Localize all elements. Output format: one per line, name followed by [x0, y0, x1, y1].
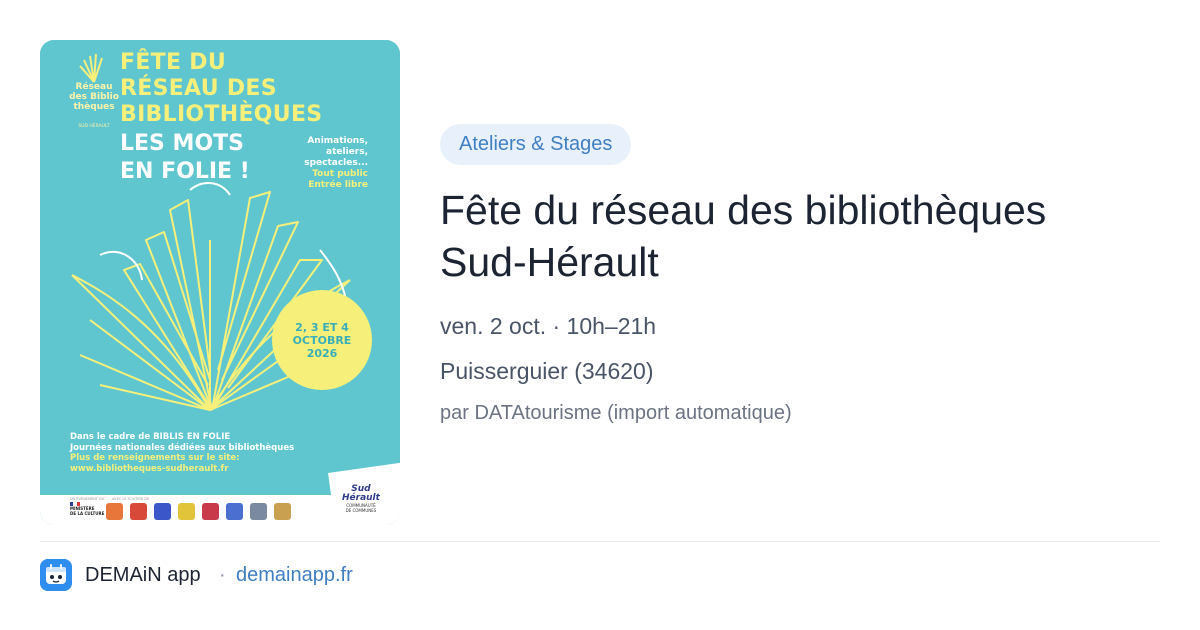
category-badge[interactable]: Ateliers & Stages [440, 124, 632, 165]
library-network-logo-text: Réseau des Biblio thèques [69, 82, 119, 112]
event-title[interactable]: Fête du réseau des bibliothèques Sud-Hér… [440, 184, 1160, 288]
library-fan-logo-icon [79, 53, 103, 83]
app-website-link[interactable]: demainapp.fr [236, 564, 353, 587]
sponsor-logo-icon [178, 503, 195, 520]
poster-footer-text: Dans le cadre de BIBLIS EN FOLIE Journée… [70, 432, 295, 474]
sponsor-logos [106, 503, 291, 520]
poster-title: FÊTE DU RÉSEAU DES BIBLIOTHÈQUES [120, 50, 323, 127]
demain-app-icon[interactable] [40, 559, 72, 591]
event-datetime: ven. 2 oct. · 10h–21h [440, 313, 657, 339]
ministere-culture-logo: MINISTÈRE DE LA CULTURE [70, 506, 105, 516]
sud-herault-logo: Sud Hérault COMMUNAUTÉ DE COMMUNES [342, 484, 380, 514]
poster-date-circle: 2, 3 ET 4 OCTOBRE 2026 [272, 290, 372, 390]
event-poster-image[interactable]: Réseau des Biblio thèques SUD HÉRAULT FÊ… [40, 40, 400, 525]
sponsor-logo-icon [274, 503, 291, 520]
sponsor-logo-icon [250, 503, 267, 520]
event-location: Puisserguier (34620) [440, 358, 654, 384]
app-name[interactable]: DEMAiN app [85, 564, 201, 587]
sponsor-logo-icon [226, 503, 243, 520]
event-source: par DATAtourisme (import automatique) [440, 402, 792, 424]
sponsor-label-left: UN ÉVÈNEMENT DU [70, 497, 105, 501]
sponsor-logo-icon [106, 503, 123, 520]
footer-separator: · [219, 564, 226, 586]
sponsor-logo-icon [202, 503, 219, 520]
library-network-logo-sub: SUD HÉRAULT [78, 124, 110, 129]
sponsor-label-right: AVEC LE SOUTIEN DE [112, 497, 150, 501]
footer-divider [40, 541, 1160, 542]
sponsor-logo-icon [154, 503, 171, 520]
sponsor-logo-icon [130, 503, 147, 520]
